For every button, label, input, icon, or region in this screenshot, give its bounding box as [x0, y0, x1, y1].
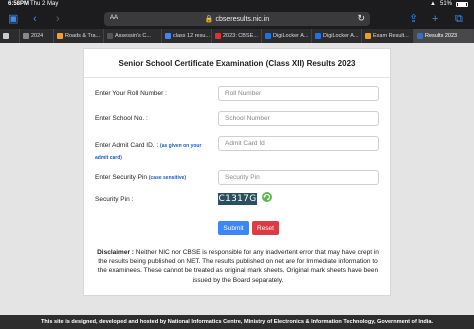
school-number-label: Enter School No. : — [95, 115, 148, 122]
captcha-label: Security Pin : — [95, 196, 134, 203]
forward-icon[interactable]: › — [56, 12, 60, 26]
tab-item[interactable]: Assessin's C... — [104, 29, 162, 43]
roll-number-label: Enter Your Roll Number : — [95, 90, 167, 97]
back-icon[interactable]: ‹ — [33, 12, 37, 26]
tab-label: Results 2023 — [425, 33, 458, 39]
tab-item[interactable]: Roads & Tra... — [54, 29, 104, 43]
tab-label: Roads & Tra... — [65, 33, 101, 39]
tabs-overview-icon[interactable]: ⧉ — [455, 12, 463, 26]
tab-favicon — [165, 33, 171, 39]
disclaimer-title: Disclaimer : — [97, 249, 134, 256]
tab-label: 2024 — [31, 33, 44, 39]
security-pin-label-text: Enter Security Pin — [95, 174, 148, 181]
battery-percent: 51% — [439, 1, 452, 7]
title-divider — [84, 77, 390, 78]
sidebar-icon[interactable]: ▣ — [8, 12, 18, 26]
browser-toolbar: ▣ ‹ › AA 🔒 cbseresults.nic.in ↻ ⇪ + ⧉ — [0, 9, 474, 29]
tab-favicon — [417, 33, 423, 39]
share-icon[interactable]: ⇪ — [409, 12, 418, 26]
security-pin-note: (case sensitive) — [148, 175, 187, 181]
tab-favicon — [107, 33, 113, 39]
tab-label: Exam Result... — [373, 33, 409, 39]
tab-item[interactable] — [0, 29, 20, 43]
tab-item[interactable]: DigiLocker A... — [312, 29, 362, 43]
tab-bar: 2024 Roads & Tra... Assessin's C... clas… — [0, 29, 474, 43]
roll-number-input[interactable] — [218, 86, 379, 101]
tab-favicon — [215, 33, 221, 39]
tab-favicon — [57, 33, 63, 39]
url-value: cbseresults.nic.in — [215, 16, 270, 23]
battery-icon — [456, 1, 468, 7]
tab-item[interactable]: 2023: CBSE... — [212, 29, 262, 43]
results-form-card: Senior School Certificate Examination (C… — [83, 48, 391, 296]
reload-icon[interactable]: ↻ — [357, 13, 365, 24]
tab-favicon — [3, 33, 9, 39]
reset-button[interactable]: Reset — [252, 221, 279, 235]
tab-label: DigiLocker A... — [273, 33, 309, 39]
status-bar: 6:58PM Thu 2 May ▲ 51% — [0, 0, 474, 9]
tab-item[interactable]: 2024 — [20, 29, 54, 43]
wifi-icon: ▲ — [430, 1, 436, 7]
security-pin-label: Enter Security Pin (case sensitive) — [95, 174, 186, 181]
tab-item[interactable]: Exam Result... — [362, 29, 414, 43]
tab-label: DigiLocker A... — [323, 33, 359, 39]
status-date: Thu 2 May — [30, 1, 59, 7]
admit-card-input[interactable] — [218, 136, 379, 151]
disclaimer-text: Neither NIC nor CBSE is responsible for … — [97, 249, 379, 284]
page-content: Senior School Certificate Examination (C… — [0, 43, 474, 315]
address-bar[interactable]: AA 🔒 cbseresults.nic.in ↻ — [104, 12, 370, 26]
tab-label: Assessin's C... — [115, 33, 151, 39]
tab-favicon — [23, 33, 29, 39]
tab-favicon — [315, 33, 321, 39]
page-title: Senior School Certificate Examination (C… — [118, 59, 356, 68]
tab-label: class 12 resu... — [173, 33, 210, 39]
school-number-input[interactable] — [218, 111, 379, 126]
submit-button[interactable]: Submit — [218, 221, 249, 235]
url-text: 🔒 cbseresults.nic.in — [204, 16, 270, 23]
admit-card-label: Enter Admit Card ID. : (as given on your… — [95, 140, 215, 164]
status-time: 6:58PM — [8, 1, 30, 7]
tab-favicon — [265, 33, 271, 39]
tab-favicon — [365, 33, 371, 39]
site-footer: This site is designed, developed and hos… — [0, 315, 474, 329]
security-pin-input[interactable] — [218, 170, 379, 185]
tab-label: 2023: CBSE... — [223, 33, 258, 39]
tab-item[interactable]: DigiLocker A... — [262, 29, 312, 43]
admit-card-label-text: Enter Admit Card ID. : — [95, 142, 159, 149]
captcha-image: C1317G — [218, 193, 257, 205]
tab-item[interactable]: class 12 resu... — [162, 29, 212, 43]
refresh-captcha-icon[interactable] — [261, 191, 273, 203]
disclaimer: Disclaimer : Neither NIC nor CBSE is res… — [96, 248, 380, 285]
tab-item-active[interactable]: Results 2023 — [414, 29, 474, 43]
status-right: ▲ 51% — [430, 1, 468, 7]
new-tab-icon[interactable]: + — [432, 12, 438, 26]
